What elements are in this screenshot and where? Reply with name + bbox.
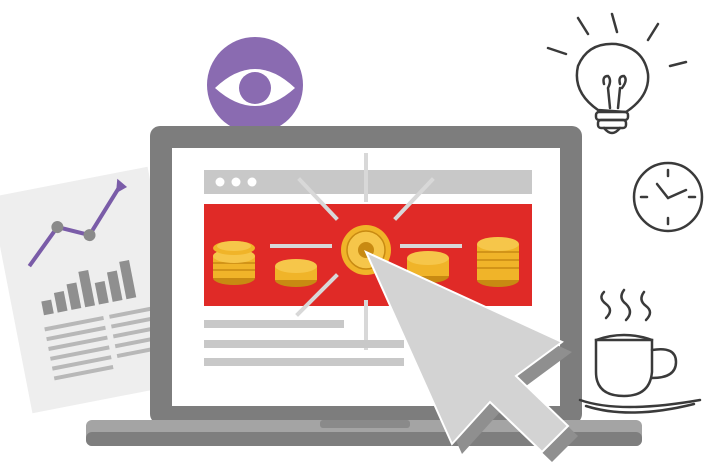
- coin-icon: [477, 237, 519, 251]
- window-dot: [215, 177, 225, 187]
- eye-icon: [207, 37, 303, 133]
- coin-stack-4: [477, 237, 519, 287]
- coin-icon: [217, 241, 251, 251]
- illustration-canvas: [0, 12, 704, 462]
- laptop-hinge-notch: [320, 420, 410, 428]
- coin-icon: [407, 251, 449, 265]
- coffee-cup-icon: [578, 288, 702, 414]
- window-dot: [231, 177, 241, 187]
- coin-stack-1: [213, 241, 255, 285]
- clock-icon: [632, 161, 704, 233]
- window-dot: [247, 177, 257, 187]
- lightbulb-icon: [546, 12, 688, 135]
- pay-per-click-illustration: [0, 0, 718, 465]
- coin-icon: [275, 259, 317, 273]
- coin-stack-2: [275, 259, 317, 287]
